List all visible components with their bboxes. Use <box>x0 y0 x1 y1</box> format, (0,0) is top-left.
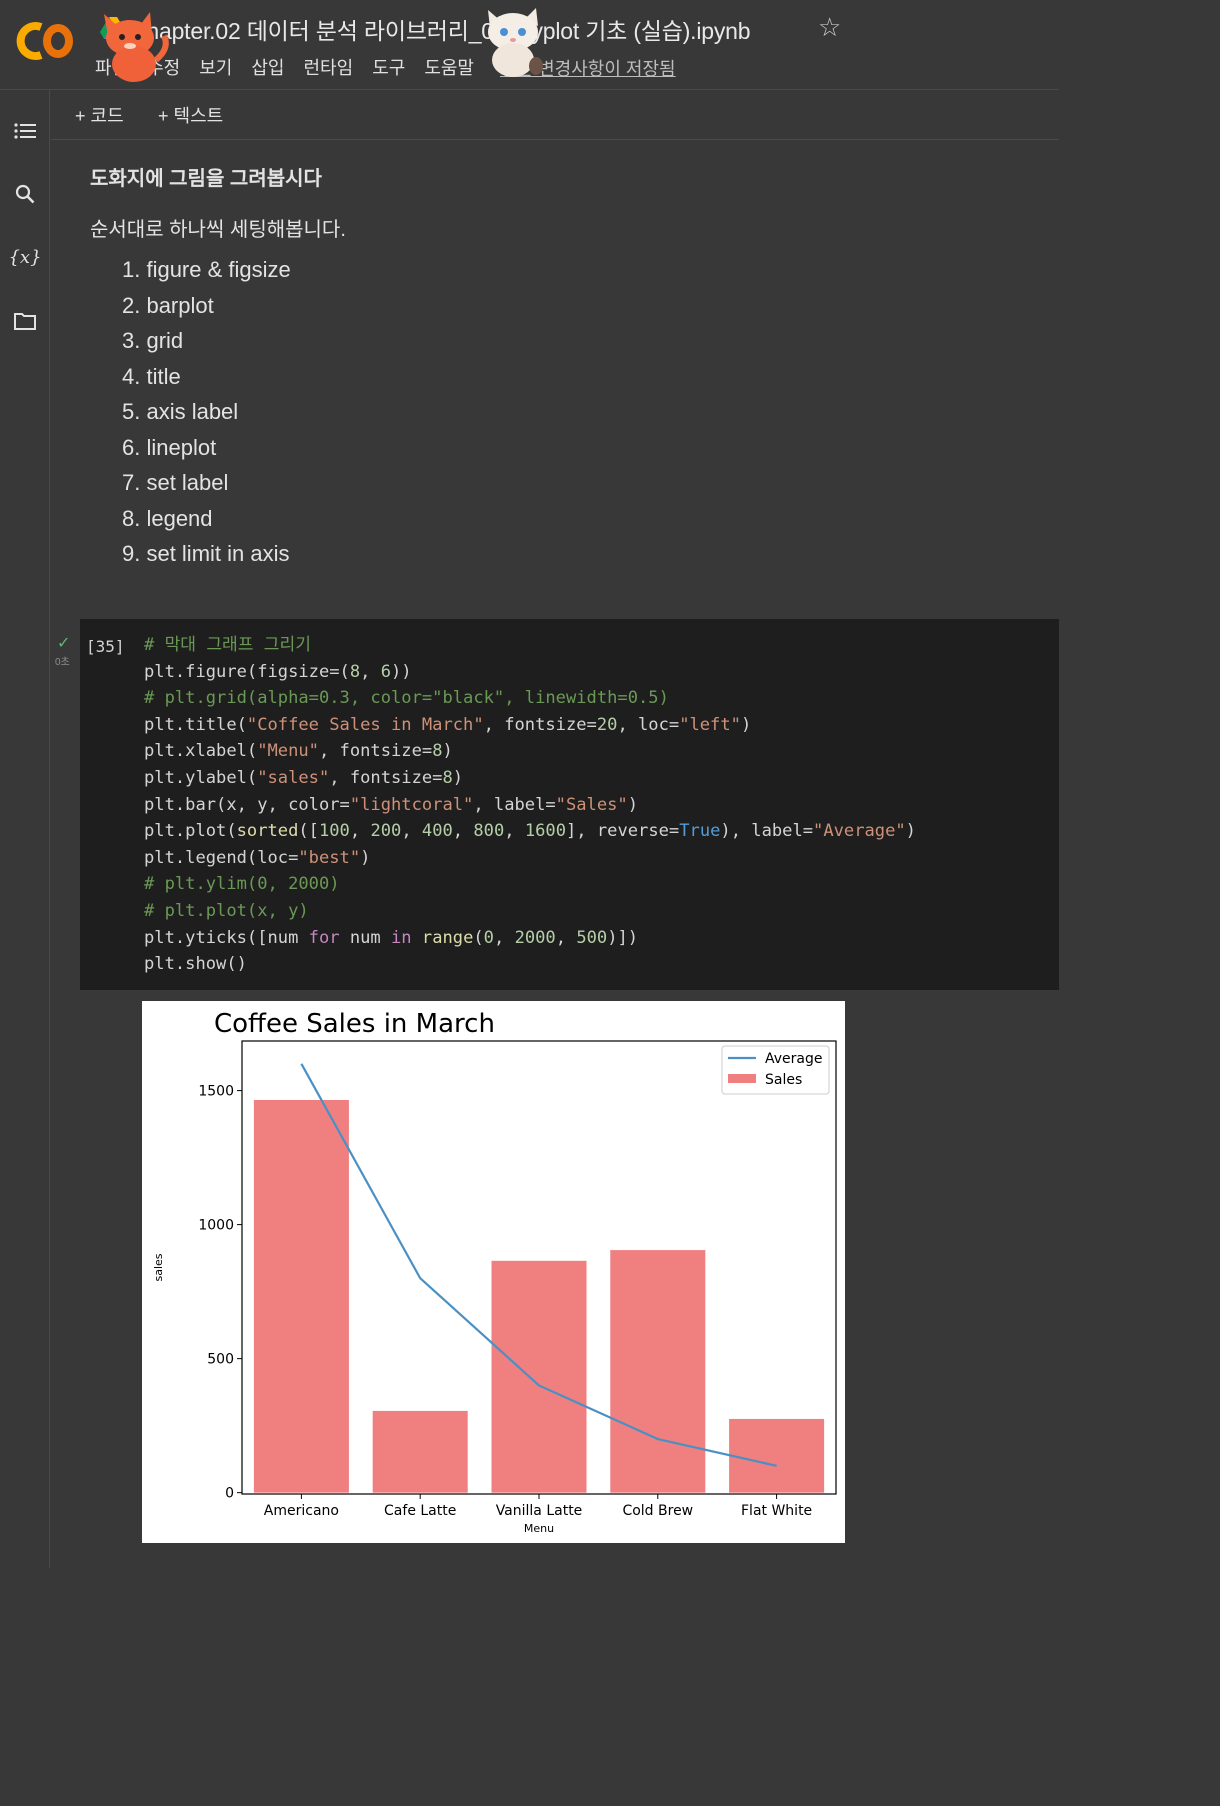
table-of-contents-icon[interactable] <box>10 116 40 146</box>
colab-logo[interactable] <box>14 18 76 64</box>
y-tick-label: 500 <box>207 1352 234 1368</box>
add-code-button[interactable]: + 코드 <box>75 102 124 128</box>
code-line: # plt.plot(x, y) <box>144 900 309 921</box>
code-line: plt.bar(x, y, color="lightcoral", label=… <box>144 794 639 815</box>
bar-cafe-latte <box>372 1410 468 1493</box>
x-tick-label: Americano <box>264 1503 339 1519</box>
menu-runtime[interactable]: 런타임 <box>304 54 354 80</box>
y-axis-label: sales <box>152 1253 165 1281</box>
x-axis-label: Menu <box>524 1522 554 1535</box>
code-line: # plt.grid(alpha=0.3, color="black", lin… <box>144 688 669 709</box>
menu-view[interactable]: 보기 <box>199 54 232 80</box>
app-header: Chapter.02 데이터 분석 라이브러리_08. pyplot 기초 (실… <box>0 0 1059 90</box>
search-icon[interactable] <box>10 179 40 209</box>
list-item: 7. set label <box>122 470 229 495</box>
orange-cat-sticker <box>104 12 169 82</box>
x-tick-label: Vanilla Latte <box>496 1503 583 1519</box>
run-success-check-icon: ✓ <box>57 635 71 652</box>
star-icon[interactable]: ☆ <box>818 12 841 43</box>
list-item: 3. grid <box>122 328 184 353</box>
list-item: 4. title <box>122 363 181 389</box>
add-text-button[interactable]: + 텍스트 <box>158 102 223 128</box>
x-tick-label: Cold Brew <box>622 1503 693 1519</box>
code-line: plt.plot(sorted([100, 200, 400, 800, 160… <box>144 821 916 842</box>
code-line: plt.title("Coffee Sales in March", fonts… <box>144 714 752 735</box>
list-item: 1. figure & figsize <box>122 257 291 282</box>
code-line: plt.show() <box>144 954 247 975</box>
code-line: # 막대 그래프 그리기 <box>144 635 311 655</box>
list-item: 9. set limit in axis <box>122 541 290 566</box>
code-line: plt.yticks([num for num in range(0, 2000… <box>144 927 639 948</box>
y-tick-label: 1000 <box>198 1218 234 1234</box>
bar-americano <box>253 1099 349 1493</box>
code-line: plt.figure(figsize=(8, 6)) <box>144 661 412 682</box>
list-item: 2. barplot <box>122 292 214 318</box>
x-tick-label: Cafe Latte <box>384 1503 456 1519</box>
y-tick-label: 1500 <box>198 1084 234 1100</box>
execution-time: 0초 <box>55 657 70 668</box>
menu-tools[interactable]: 도구 <box>372 54 405 80</box>
left-sidebar: {x} <box>0 90 50 1568</box>
cell-output-chart: Coffee Sales in March 0 500 1000 1500 America… <box>142 1001 845 1543</box>
legend-sales-label: Sales <box>765 1072 802 1088</box>
execution-count[interactable]: [35] <box>86 637 125 656</box>
text-cell[interactable]: 도화지에 그림을 그려봅시다 순서대로 하나씩 세팅해봅니다. 1. figur… <box>90 162 1030 566</box>
bar-cold-brew <box>610 1250 706 1493</box>
legend-average-label: Average <box>765 1051 823 1067</box>
bar-flat-white <box>729 1418 825 1493</box>
x-tick-label: Flat White <box>741 1503 812 1519</box>
steps-list: 1. figure & figsize 2. barplot 3. grid 4… <box>122 257 291 577</box>
legend-sales-swatch <box>728 1074 756 1083</box>
list-item: 6. lineplot <box>122 434 217 460</box>
markdown-paragraph: 순서대로 하나씩 세팅해봅니다. <box>90 219 346 241</box>
menu-insert[interactable]: 삽입 <box>251 54 284 80</box>
chart-title: Coffee Sales in March <box>214 1009 495 1039</box>
list-item: 8. legend <box>122 505 213 531</box>
variables-icon[interactable]: {x} <box>8 242 41 272</box>
bar-vanilla-latte <box>491 1260 587 1493</box>
bar-line-chart: Coffee Sales in March 0 500 1000 1500 America… <box>152 1009 837 1535</box>
code-line: plt.ylabel("sales", fontsize=8) <box>144 767 464 788</box>
code-line: plt.legend(loc="best") <box>144 847 371 868</box>
y-tick-label: 0 <box>225 1486 234 1502</box>
folder-icon[interactable] <box>10 306 40 336</box>
code-editor[interactable]: # 막대 그래프 그리기 plt.figure(figsize=(8, 6)) # … <box>144 632 916 978</box>
white-cat-sticker <box>488 8 543 77</box>
notebook-title[interactable]: Chapter.02 데이터 분석 라이브러리_08. pyplot 기초 (실… <box>130 12 751 46</box>
menu-help[interactable]: 도움말 <box>424 54 474 80</box>
list-item: 5. axis label <box>122 399 239 424</box>
cell-toolbar: + 코드 + 텍스트 <box>51 90 1059 140</box>
code-line: plt.xlabel("Menu", fontsize=8) <box>144 741 453 762</box>
code-line: # plt.ylim(0, 2000) <box>144 874 340 895</box>
markdown-heading: 도화지에 그림을 그려봅시다 <box>90 168 322 190</box>
